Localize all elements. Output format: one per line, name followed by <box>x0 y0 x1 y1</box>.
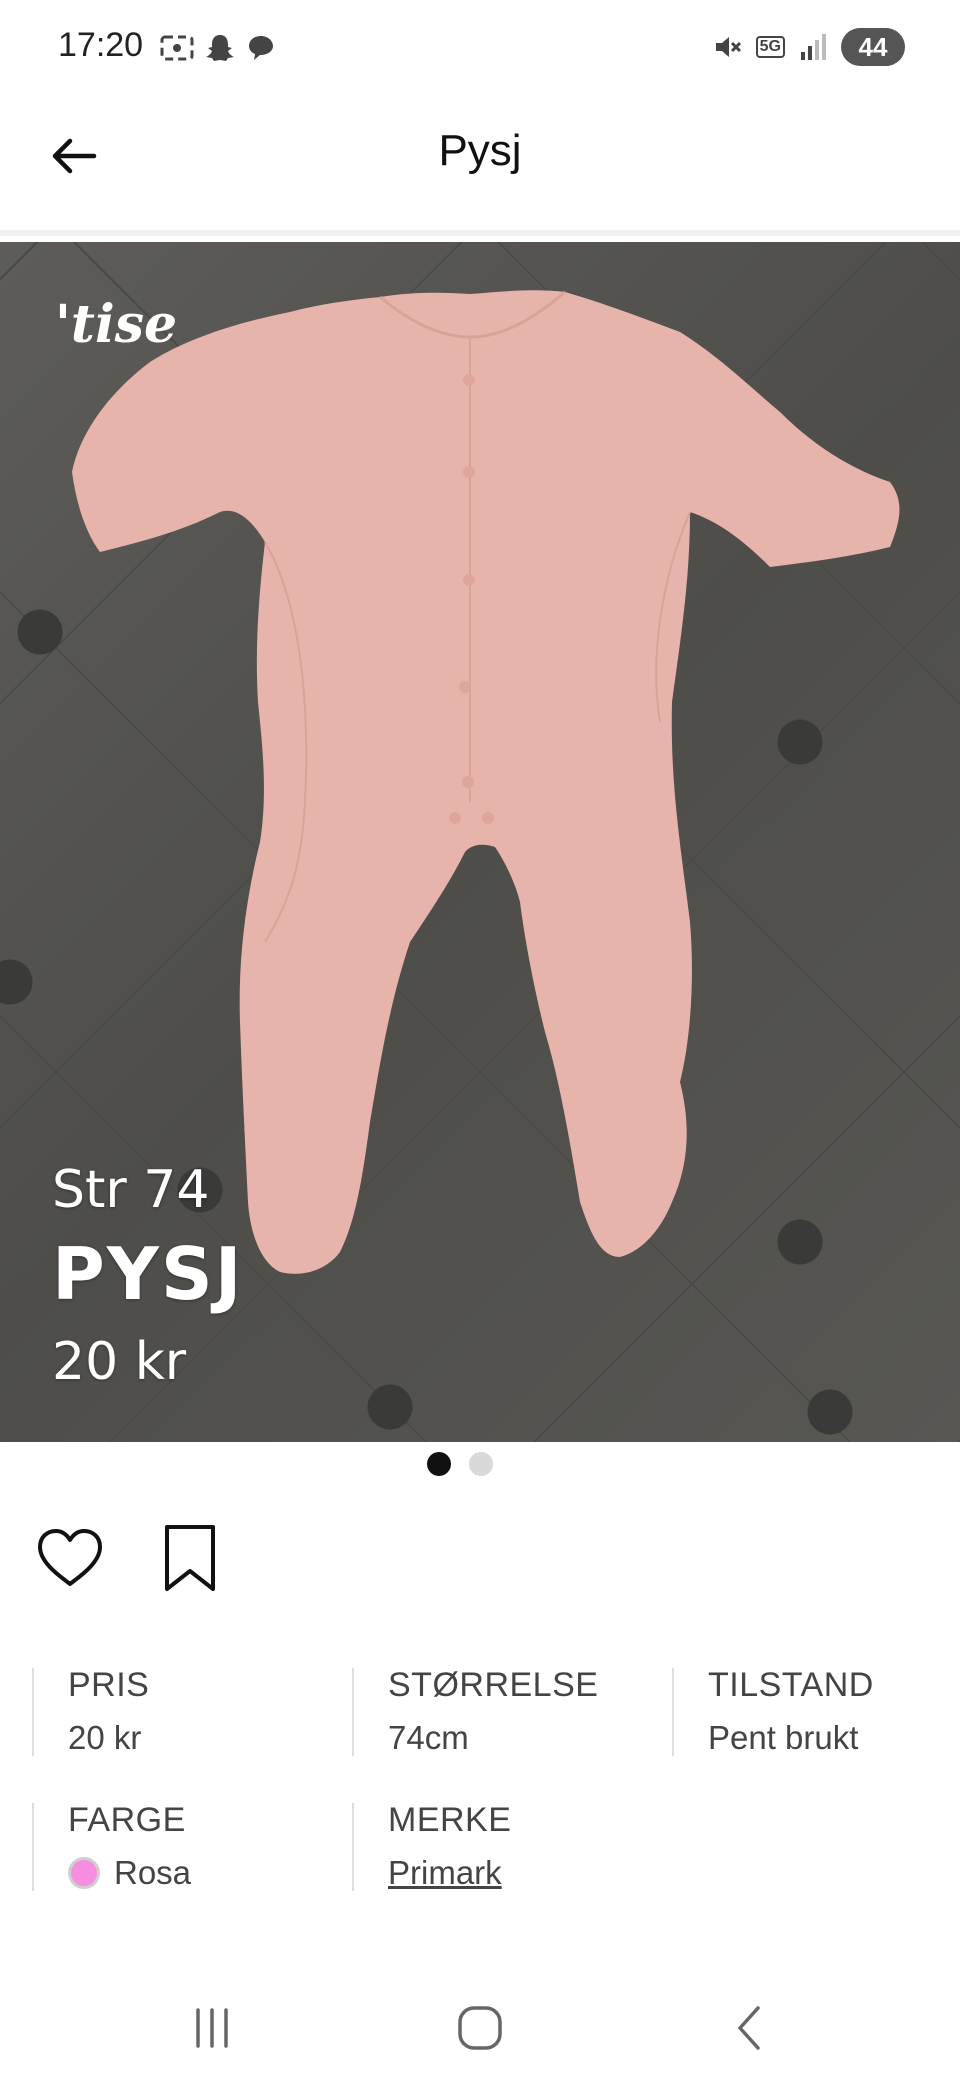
recent-apps-icon <box>196 2008 228 2048</box>
status-icons-right: 5G 44 <box>712 28 905 66</box>
attr-size: STØRRELSE 74cm <box>352 1666 599 1756</box>
back-icon <box>738 2006 760 2050</box>
attr-brand: MERKE Primark <box>352 1801 512 1892</box>
overlay-price-text: 20 kr <box>52 1332 187 1392</box>
page-title: Pysj <box>438 126 522 175</box>
status-icons-left <box>160 32 276 64</box>
overlay-title-text: PYSJ <box>52 1232 244 1316</box>
mute-icon <box>715 37 741 57</box>
color-swatch <box>68 1857 100 1889</box>
battery-icon: 44 <box>841 28 905 66</box>
attr-price-value: 20 kr <box>68 1719 142 1756</box>
attr-price-label: PRIS <box>68 1666 150 1704</box>
signal-icon <box>801 34 826 60</box>
home-icon <box>458 2006 502 2050</box>
pager-dot-2[interactable] <box>469 1452 493 1476</box>
status-time: 17:20 <box>58 26 144 64</box>
actions-row <box>30 1518 230 1598</box>
5g-icon: 5G <box>755 36 785 58</box>
screenshot-icon <box>160 35 194 61</box>
like-button[interactable] <box>30 1518 110 1598</box>
system-back-button[interactable] <box>720 1998 780 2058</box>
attr-size-label: STØRRELSE <box>388 1666 599 1704</box>
attr-color-label: FARGE <box>68 1801 186 1839</box>
image-pager <box>0 1452 960 1476</box>
save-button[interactable] <box>150 1518 230 1598</box>
snapchat-icon <box>206 35 234 61</box>
attr-color: FARGE Rosa <box>32 1801 191 1892</box>
brand-link[interactable]: Primark <box>388 1854 511 1892</box>
product-image[interactable]: 'tise Str 74 PYSJ 20 kr <box>0 242 960 1442</box>
tise-logo: 'tise <box>55 294 178 355</box>
attr-brand-label: MERKE <box>388 1801 512 1839</box>
attr-size-value: 74cm <box>388 1719 469 1756</box>
status-bar: 17:20 5G 44 <box>0 0 960 96</box>
attr-condition-value: Pent brukt <box>708 1719 859 1756</box>
chat-icon <box>249 36 273 60</box>
system-nav-bar <box>0 1980 960 2080</box>
recent-apps-button[interactable] <box>182 1998 242 2058</box>
attr-price: PRIS 20 kr <box>32 1666 150 1756</box>
attr-condition: TILSTAND Pent brukt <box>672 1666 874 1756</box>
heart-icon <box>38 1529 102 1586</box>
home-button[interactable] <box>450 1998 510 2058</box>
pager-dot-1[interactable] <box>427 1452 451 1476</box>
app-header: Pysj <box>0 96 960 236</box>
attr-color-value: Rosa <box>114 1854 192 1891</box>
attr-color-row: Rosa <box>68 1854 191 1892</box>
overlay-size-text: Str 74 <box>52 1160 210 1220</box>
attr-condition-label: TILSTAND <box>708 1666 874 1704</box>
bookmark-icon <box>165 1525 215 1591</box>
